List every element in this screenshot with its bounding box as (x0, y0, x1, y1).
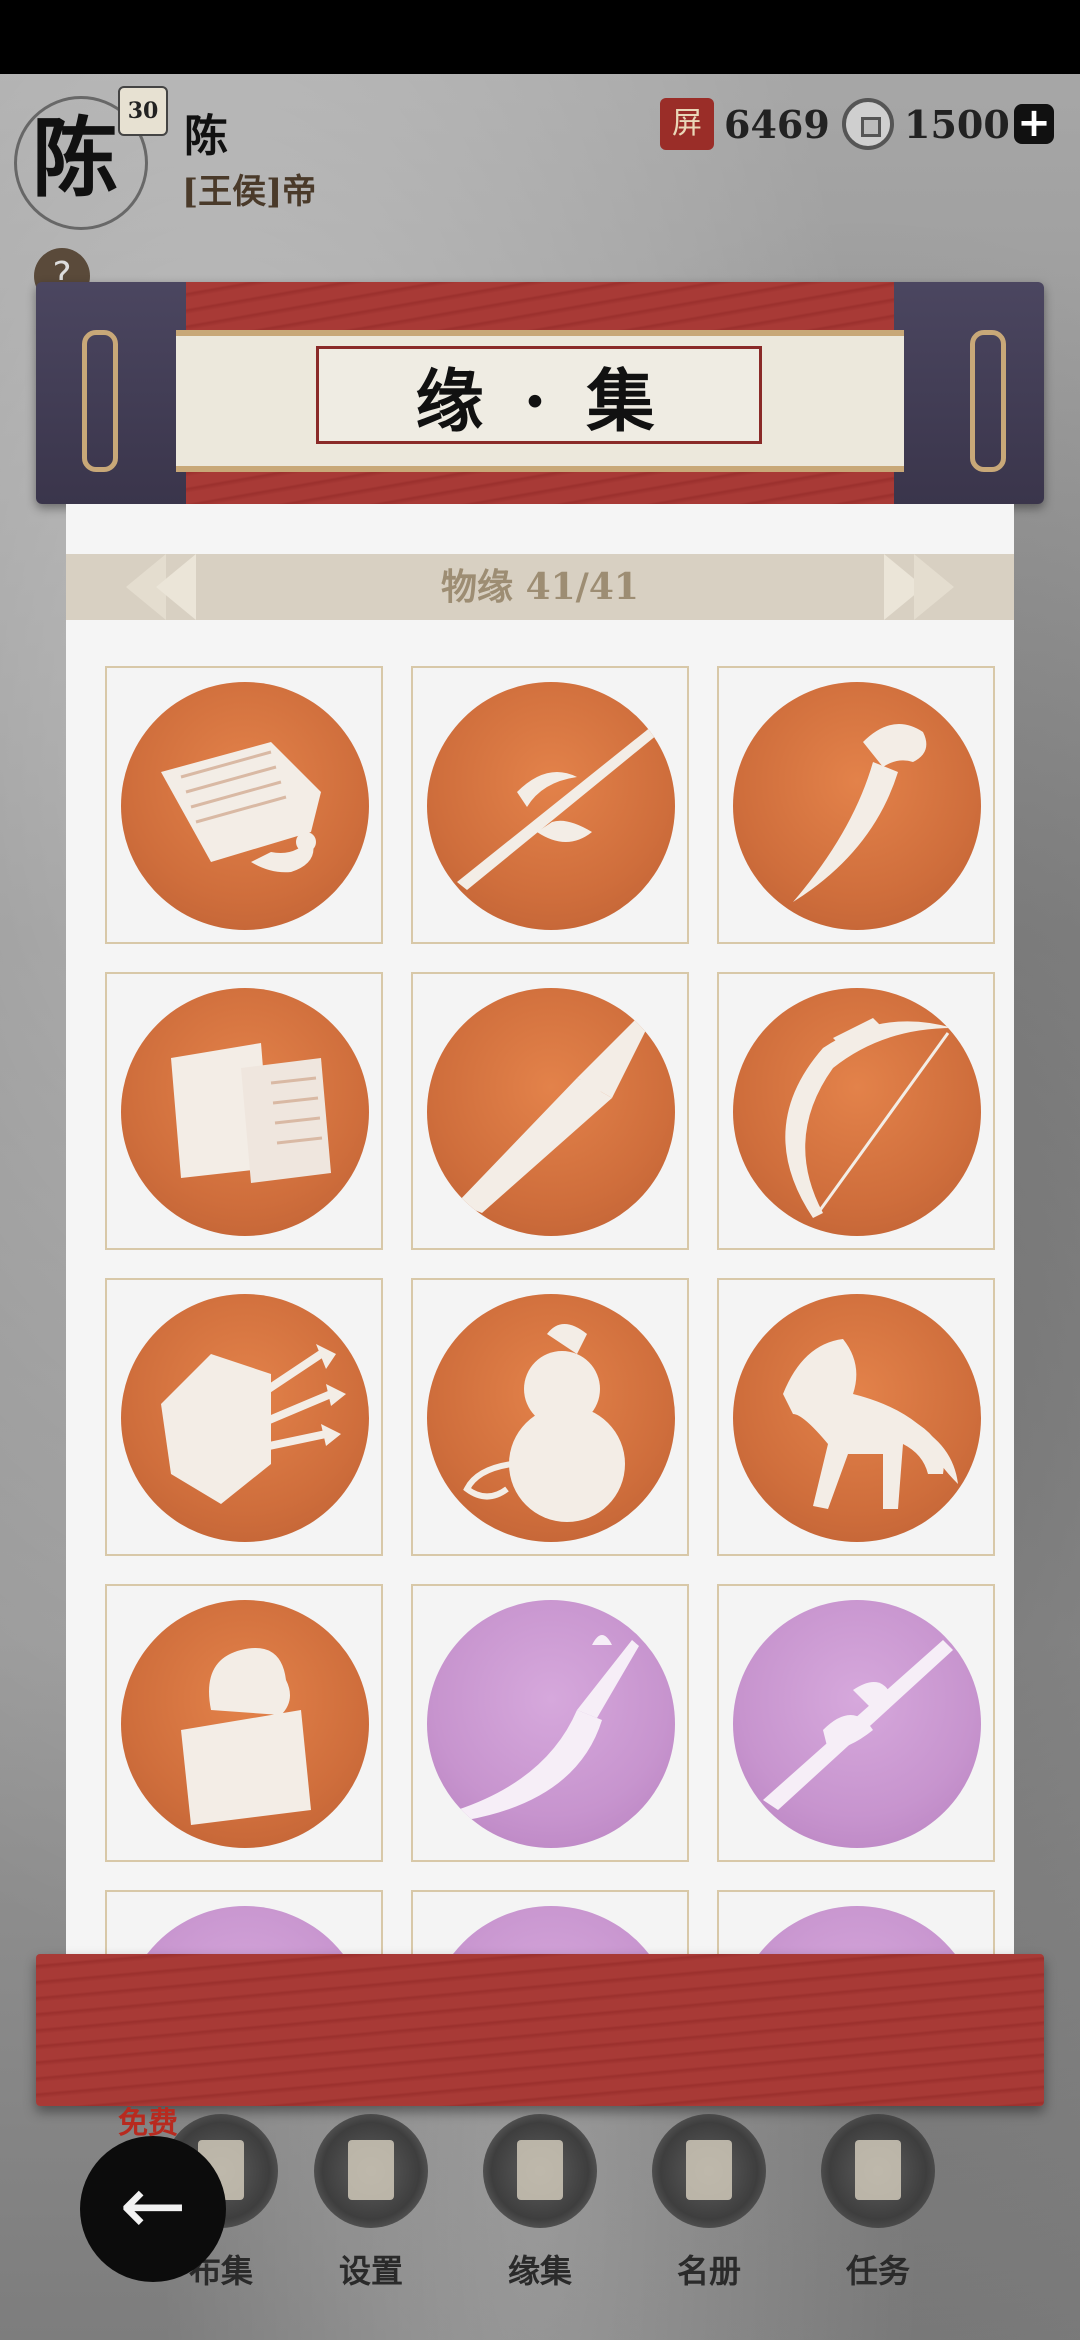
item-medallion (733, 1906, 981, 1954)
item-medallion (733, 1294, 981, 1542)
item-medallion (121, 988, 369, 1236)
item-card-broad-sword[interactable] (411, 972, 689, 1250)
page-title: 缘 · 集 (415, 361, 663, 442)
item-medallion (121, 1906, 369, 1954)
scroll-title-box: 缘 · 集 (316, 346, 762, 444)
player-avatar[interactable]: 陈 30 (14, 86, 168, 230)
task-scroll-icon (821, 2114, 935, 2228)
item-card-guandao[interactable] (411, 1584, 689, 1862)
item-medallion (427, 1906, 675, 1954)
dragon-spear-icon (763, 1640, 953, 1810)
add-currency-button[interactable]: + (1014, 103, 1054, 144)
nav-item-collection[interactable]: 缘集 (465, 2108, 615, 2298)
seal-icon (181, 1648, 311, 1825)
scroll-ring-right (970, 330, 1006, 472)
guandao-icon (457, 1635, 639, 1820)
nav-label: 任务 (845, 2252, 910, 2290)
item-card-bow[interactable] (717, 972, 995, 1250)
item-card-horse[interactable] (717, 1278, 995, 1556)
scroll-footer (36, 1954, 1044, 2106)
broad-sword-icon (457, 1018, 647, 1213)
gourd-icon (463, 1324, 625, 1522)
item-card-gourd[interactable] (411, 1278, 689, 1556)
category-bar: 物缘 41/41 (66, 554, 1014, 620)
category-label: 物缘 41/41 (441, 566, 639, 608)
nav-item-settings[interactable]: 设置 (296, 2108, 446, 2298)
nav-item-roster[interactable]: 名册 (634, 2108, 784, 2298)
collection-book-icon (483, 2114, 597, 2228)
back-button[interactable]: ← (80, 2136, 226, 2282)
nav-item-tasks[interactable]: 任务 (803, 2108, 953, 2298)
scroll-ring-left (82, 330, 118, 472)
roster-book-icon (652, 2114, 766, 2228)
item-card-scroll-book[interactable] (105, 666, 383, 944)
letter-scroll-icon (171, 1043, 331, 1183)
collection-panel[interactable]: 物缘 41/41 (66, 504, 1014, 1954)
coin-value: 1500 (904, 101, 1010, 147)
item-medallion (121, 1600, 369, 1848)
item-card-partial[interactable] (411, 1890, 689, 1954)
status-bar (0, 0, 1080, 74)
item-medallion (427, 682, 675, 930)
nav-label: 名册 (676, 2252, 741, 2290)
item-medallion (733, 988, 981, 1236)
shield-arrows-icon (161, 1344, 346, 1504)
gold-resource: 屏 6469 (660, 96, 830, 152)
avatar-character: 陈 (32, 108, 118, 209)
nav-label: 设置 (338, 2252, 403, 2290)
item-medallion (121, 1294, 369, 1542)
player-name: 陈 (184, 111, 228, 162)
coin-resource: 1500 (842, 96, 1010, 152)
item-medallion (121, 682, 369, 930)
item-medallion (733, 1600, 981, 1848)
item-card-partial[interactable] (105, 1890, 383, 1954)
item-medallion (427, 1294, 675, 1542)
item-card-curved-blade[interactable] (717, 666, 995, 944)
bow-icon (785, 1018, 953, 1218)
settings-icon (314, 2114, 428, 2228)
player-level-badge: 30 (118, 86, 168, 136)
player-title: [王侯]帝 (182, 172, 317, 212)
horse-icon (783, 1339, 958, 1509)
item-card-letter-scroll[interactable] (105, 972, 383, 1250)
item-card-shield-with-arrows[interactable] (105, 1278, 383, 1556)
item-card-dragon-spear[interactable] (717, 1584, 995, 1862)
item-medallion (427, 988, 675, 1236)
item-card-halberd[interactable] (411, 666, 689, 944)
coin-icon (842, 98, 894, 150)
gold-value: 6469 (724, 101, 830, 147)
item-card-seal[interactable] (105, 1584, 383, 1862)
item-card-partial[interactable] (717, 1890, 995, 1954)
halberd-icon (457, 722, 663, 890)
nav-label: 缘集 (507, 2252, 572, 2290)
item-medallion (733, 682, 981, 930)
item-medallion (427, 1600, 675, 1848)
scroll-book-icon (161, 742, 321, 873)
curved-blade-icon (793, 724, 927, 902)
gold-icon: 屏 (660, 98, 714, 150)
scroll-header: 缘 · 集 (36, 282, 1044, 504)
